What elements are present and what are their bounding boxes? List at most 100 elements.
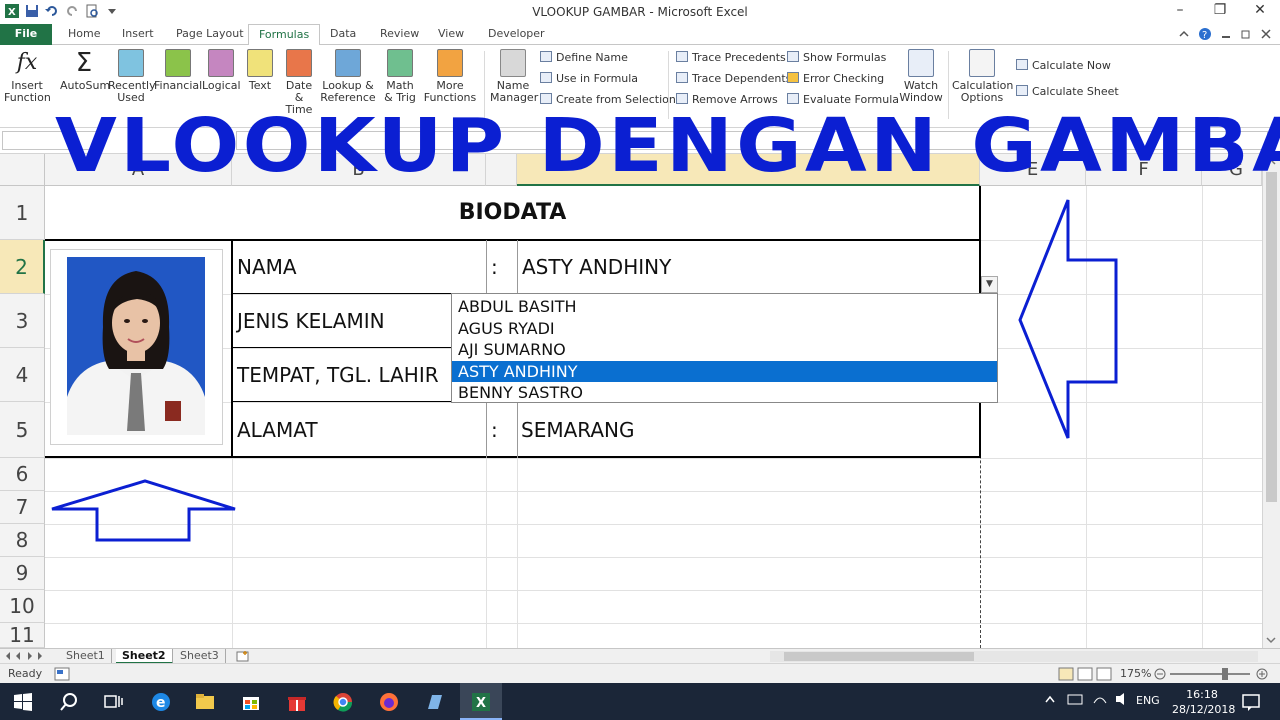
dropdown-option[interactable]: BENNY SASTRO xyxy=(452,382,997,404)
svg-text:e: e xyxy=(156,695,166,711)
row-header-6[interactable]: 6 xyxy=(0,458,45,491)
table-border xyxy=(517,240,518,294)
sheet-navigation-icons[interactable] xyxy=(4,650,44,662)
minimize-ribbon-icon[interactable] xyxy=(1178,27,1190,41)
gift-app-icon[interactable] xyxy=(286,691,308,713)
search-icon[interactable] xyxy=(58,691,80,713)
trace-dependents-icon xyxy=(676,72,688,83)
view-mode-icons[interactable] xyxy=(1058,667,1114,681)
lookup-reference-button[interactable]: Lookup & Reference xyxy=(320,49,376,104)
windows-start-icon[interactable] xyxy=(12,691,34,713)
edge-browser-icon[interactable]: e xyxy=(150,691,172,713)
select-all-corner[interactable] xyxy=(0,154,45,186)
error-checking-icon xyxy=(787,72,799,83)
restore-button[interactable]: ❐ xyxy=(1210,2,1230,18)
define-name-button[interactable]: Define Name xyxy=(540,49,628,67)
row-header-8[interactable]: 8 xyxy=(0,524,45,557)
minimize-button[interactable]: – xyxy=(1170,2,1190,18)
show-formulas-icon xyxy=(787,51,799,62)
gridline xyxy=(45,590,1265,591)
dropdown-option[interactable]: ABDUL BASITH xyxy=(452,296,997,318)
notifications-icon[interactable] xyxy=(1240,691,1262,713)
row-header-9[interactable]: 9 xyxy=(0,557,45,590)
taskbar-active-app[interactable]: X xyxy=(460,683,502,720)
row-header-5[interactable]: 5 xyxy=(0,402,45,458)
calculate-sheet-button[interactable]: Calculate Sheet xyxy=(1016,83,1119,101)
chrome-icon[interactable] xyxy=(332,691,354,713)
sheet-tab-sheet1[interactable]: Sheet1 xyxy=(60,649,112,664)
zoom-in-icon[interactable] xyxy=(1256,667,1268,681)
sheet-tab-sheet3[interactable]: Sheet3 xyxy=(174,649,226,664)
input-language[interactable]: ENG xyxy=(1136,694,1160,707)
tab-developer[interactable]: Developer xyxy=(478,24,555,45)
taskbar-clock[interactable]: 16:18 28/12/2018 xyxy=(1172,687,1235,717)
tab-page-layout[interactable]: Page Layout xyxy=(166,24,254,45)
tab-insert[interactable]: Insert xyxy=(112,24,164,45)
calculation-options-button[interactable]: Calculation Options xyxy=(952,49,1013,104)
worksheet-grid[interactable]: BIODATA NAMA : ASTY ANDHINY JENIS KELAMI… xyxy=(45,186,1265,648)
vertical-scroll-thumb[interactable] xyxy=(1266,172,1277,502)
watch-window-icon xyxy=(908,49,934,77)
sheet-tab-bar: Sheet1 Sheet2 Sheet3 xyxy=(0,648,1280,664)
use-in-formula-button[interactable]: Use in Formula xyxy=(540,70,638,88)
tab-review[interactable]: Review xyxy=(370,24,429,45)
horizontal-scroll-thumb[interactable] xyxy=(784,652,974,661)
row-header-1[interactable]: 1 xyxy=(0,186,45,240)
tab-view[interactable]: View xyxy=(428,24,474,45)
math-trig-button[interactable]: Math & Trig xyxy=(378,49,422,104)
insert-function-button[interactable]: fx Insert Function xyxy=(4,49,51,104)
tab-file[interactable]: File xyxy=(0,24,52,45)
error-checking-button[interactable]: Error Checking xyxy=(787,70,884,88)
tab-formulas[interactable]: Formulas xyxy=(248,24,321,46)
zoom-slider[interactable] xyxy=(1170,673,1250,675)
name-manager-button[interactable]: Name Manager xyxy=(490,49,538,104)
row-header-3[interactable]: 3 xyxy=(0,294,45,348)
student-photo-frame[interactable] xyxy=(50,249,223,445)
recently-used-button[interactable]: Recently Used xyxy=(108,49,156,104)
horizontal-scrollbar[interactable] xyxy=(770,651,1258,662)
task-view-icon[interactable] xyxy=(102,691,124,713)
show-formulas-button[interactable]: Show Formulas xyxy=(787,49,886,67)
file-explorer-icon[interactable] xyxy=(194,691,216,713)
workbook-restore-icon[interactable] xyxy=(1240,27,1252,41)
row-header-7[interactable]: 7 xyxy=(0,491,45,524)
help-icon[interactable]: ? xyxy=(1198,27,1212,41)
logical-button[interactable]: Logical xyxy=(202,49,241,92)
text-button[interactable]: Text xyxy=(242,49,278,92)
dropdown-arrow-button[interactable]: ▼ xyxy=(981,276,998,293)
scroll-down-icon[interactable] xyxy=(1263,632,1279,648)
dropdown-option[interactable]: AGUS RYADI xyxy=(452,318,997,340)
insert-sheet-icon[interactable] xyxy=(234,650,252,663)
label-alamat: ALAMAT xyxy=(237,418,318,442)
tab-home[interactable]: Home xyxy=(58,24,110,45)
calculate-now-button[interactable]: Calculate Now xyxy=(1016,57,1111,75)
firefox-icon[interactable] xyxy=(378,691,400,713)
tab-data[interactable]: Data xyxy=(320,24,366,45)
dropdown-option[interactable]: AJI SUMARNO xyxy=(452,339,997,361)
macro-record-icon[interactable] xyxy=(54,667,70,681)
financial-button[interactable]: Financial xyxy=(154,49,202,92)
row-header-11[interactable]: 11 xyxy=(0,623,45,648)
dropdown-option-selected[interactable]: ASTY ANDHINY xyxy=(452,360,997,382)
value-nama[interactable]: ASTY ANDHINY xyxy=(522,255,671,279)
row-header-2[interactable]: 2 xyxy=(0,240,45,294)
row-header-4[interactable]: 4 xyxy=(0,348,45,402)
close-button[interactable]: ✕ xyxy=(1250,2,1270,18)
zoom-out-icon[interactable] xyxy=(1154,667,1166,681)
workbook-close-icon[interactable] xyxy=(1260,27,1272,41)
value-alamat[interactable]: SEMARANG xyxy=(521,418,635,442)
more-functions-button[interactable]: More Functions xyxy=(422,49,478,104)
zoom-level[interactable]: 175% xyxy=(1120,667,1151,680)
watch-window-button[interactable]: Watch Window xyxy=(898,49,944,104)
trace-dependents-button[interactable]: Trace Dependents xyxy=(676,70,791,88)
workbook-minimize-icon[interactable] xyxy=(1220,27,1232,41)
store-icon[interactable] xyxy=(240,691,262,713)
status-ready: Ready xyxy=(8,667,43,680)
vertical-scrollbar[interactable] xyxy=(1262,154,1280,648)
sheet-tab-sheet2[interactable]: Sheet2 xyxy=(116,649,173,664)
autosum-button[interactable]: Σ AutoSum xyxy=(60,49,110,92)
trace-precedents-button[interactable]: Trace Precedents xyxy=(676,49,786,67)
zoom-slider-thumb[interactable] xyxy=(1222,668,1228,680)
row-header-10[interactable]: 10 xyxy=(0,590,45,623)
notes-app-icon[interactable] xyxy=(424,691,446,713)
